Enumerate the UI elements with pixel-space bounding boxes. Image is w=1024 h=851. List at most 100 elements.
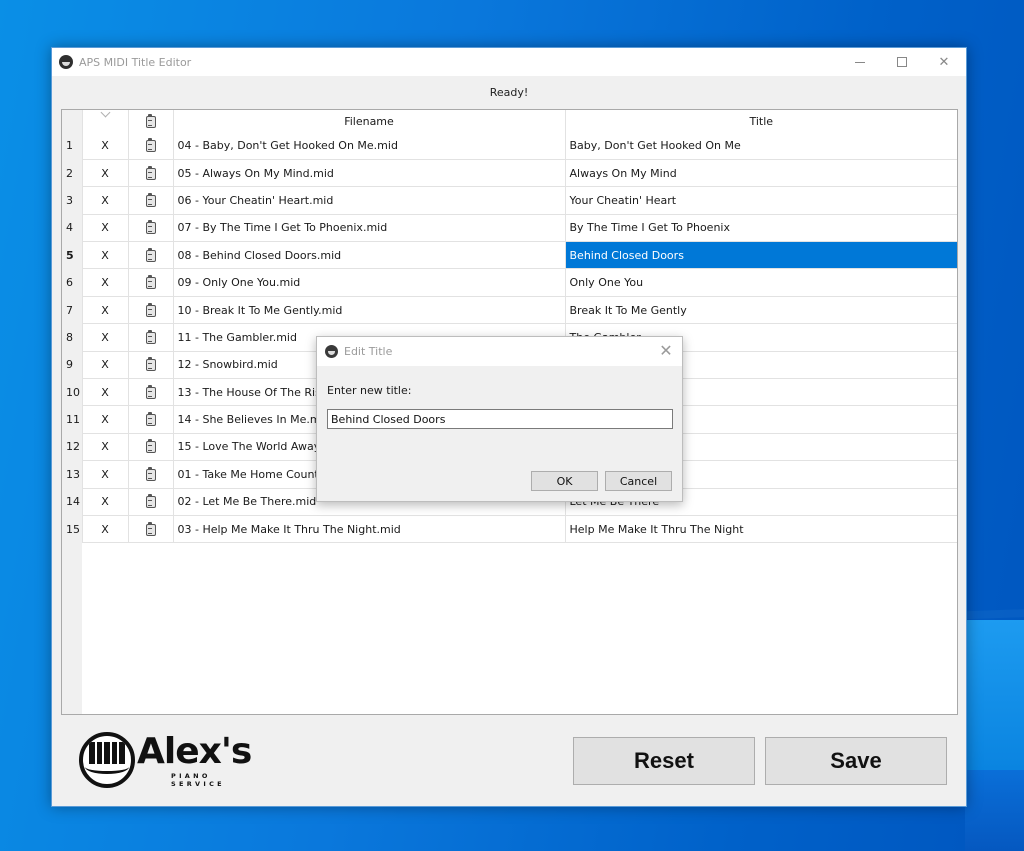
- column-header-remove[interactable]: [81, 110, 128, 132]
- title-cell[interactable]: Only One You: [564, 268, 957, 297]
- filename-cell[interactable]: 03 - Help Me Make It Thru The Night.mid: [172, 515, 565, 544]
- save-button[interactable]: Save: [765, 737, 947, 785]
- table-row[interactable]: 1 X 04 - Baby, Don't Get Hooked On Me.mid B…: [62, 132, 957, 160]
- title-cell[interactable]: Break It To Me Gently: [564, 296, 957, 325]
- title-cell[interactable]: Behind Closed Doors: [564, 241, 957, 270]
- maximize-icon: [897, 57, 907, 67]
- filename-cell[interactable]: 10 - Break It To Me Gently.mid: [172, 296, 565, 325]
- remove-row-button[interactable]: X: [81, 241, 128, 270]
- row-number[interactable]: 1: [62, 132, 82, 160]
- filename-cell[interactable]: 04 - Baby, Don't Get Hooked On Me.mid: [172, 132, 565, 160]
- row-number[interactable]: 7: [62, 296, 82, 324]
- column-header-filename[interactable]: Filename: [172, 110, 565, 132]
- row-number[interactable]: 9: [62, 351, 82, 379]
- dialog-title: Edit Title: [344, 345, 393, 358]
- title-cell[interactable]: Always On My Mind: [564, 159, 957, 188]
- corner-header[interactable]: [62, 110, 82, 132]
- clipboard-icon: [145, 329, 156, 344]
- copy-filename-button[interactable]: [127, 351, 173, 380]
- filename-cell[interactable]: 05 - Always On My Mind.mid: [172, 159, 565, 188]
- remove-row-button[interactable]: X: [81, 132, 128, 160]
- new-title-input[interactable]: [327, 409, 673, 429]
- row-number[interactable]: 3: [62, 186, 82, 215]
- clipboard-icon: [145, 357, 156, 372]
- column-header-copy[interactable]: [127, 110, 173, 132]
- filename-cell[interactable]: 08 - Behind Closed Doors.mid: [172, 241, 565, 270]
- row-number[interactable]: 14: [62, 488, 82, 516]
- sort-chevron-icon: [100, 110, 110, 118]
- clipboard-icon: [145, 384, 156, 399]
- copy-filename-button[interactable]: [127, 186, 173, 215]
- dialog-title-bar[interactable]: Edit Title ✕: [317, 337, 682, 366]
- new-title-label: Enter new title:: [327, 384, 412, 397]
- title-cell[interactable]: By The Time I Get To Phoenix: [564, 214, 957, 243]
- remove-row-button[interactable]: X: [81, 323, 128, 352]
- row-number[interactable]: 5: [62, 241, 82, 269]
- copy-filename-button[interactable]: [127, 433, 173, 462]
- row-number[interactable]: 4: [62, 214, 82, 242]
- minimize-button[interactable]: [840, 48, 880, 76]
- remove-row-button[interactable]: X: [81, 433, 128, 462]
- copy-filename-button[interactable]: [127, 323, 173, 352]
- cancel-button[interactable]: Cancel: [605, 471, 672, 491]
- copy-filename-button[interactable]: [127, 460, 173, 489]
- remove-row-button[interactable]: X: [81, 460, 128, 489]
- remove-row-button[interactable]: X: [81, 378, 128, 407]
- remove-row-button[interactable]: X: [81, 214, 128, 243]
- table-row[interactable]: 5 X 08 - Behind Closed Doors.mid Behind Clo…: [62, 241, 957, 270]
- close-icon: ✕: [659, 341, 673, 360]
- clipboard-icon: [145, 302, 156, 317]
- filename-cell[interactable]: 09 - Only One You.mid: [172, 268, 565, 297]
- reset-button[interactable]: Reset: [573, 737, 755, 785]
- title-cell[interactable]: Help Me Make It Thru The Night: [564, 515, 957, 544]
- maximize-button[interactable]: [882, 48, 922, 76]
- filename-cell[interactable]: 07 - By The Time I Get To Phoenix.mid: [172, 214, 565, 243]
- table-row[interactable]: 4 X 07 - By The Time I Get To Phoenix.mid B…: [62, 214, 957, 243]
- desktop-wallpaper-streak: [965, 608, 1024, 620]
- remove-row-button[interactable]: X: [81, 351, 128, 380]
- row-number[interactable]: 2: [62, 159, 82, 187]
- copy-filename-button[interactable]: [127, 132, 173, 160]
- close-button[interactable]: ✕: [924, 48, 964, 76]
- column-header-title[interactable]: Title: [564, 110, 957, 132]
- title-cell[interactable]: Your Cheatin' Heart: [564, 186, 957, 215]
- row-number[interactable]: 11: [62, 405, 82, 434]
- remove-row-button[interactable]: X: [81, 296, 128, 325]
- row-number[interactable]: 10: [62, 378, 82, 406]
- row-number[interactable]: 15: [62, 515, 82, 543]
- row-number[interactable]: 13: [62, 460, 82, 489]
- table-row[interactable]: 7 X 10 - Break It To Me Gently.mid Break It…: [62, 296, 957, 325]
- table-row[interactable]: 2 X 05 - Always On My Mind.mid Always On My…: [62, 159, 957, 188]
- remove-row-button[interactable]: X: [81, 405, 128, 434]
- header-row: Filename Title: [62, 110, 957, 132]
- remove-row-button[interactable]: X: [81, 186, 128, 215]
- copy-filename-button[interactable]: [127, 268, 173, 297]
- remove-row-button[interactable]: X: [81, 159, 128, 188]
- copy-filename-button[interactable]: [127, 214, 173, 243]
- remove-row-button[interactable]: X: [81, 488, 128, 516]
- logo-tagline: PIANO SERVICE: [171, 772, 225, 788]
- copy-filename-button[interactable]: [127, 159, 173, 188]
- row-number[interactable]: 8: [62, 323, 82, 352]
- remove-row-button[interactable]: X: [81, 515, 128, 544]
- dialog-close-button[interactable]: ✕: [656, 341, 676, 361]
- copy-filename-button[interactable]: [127, 241, 173, 270]
- copy-filename-button[interactable]: [127, 515, 173, 544]
- clipboard-icon: [145, 220, 156, 235]
- title-cell[interactable]: Baby, Don't Get Hooked On Me: [564, 132, 957, 160]
- ok-button[interactable]: OK: [531, 471, 598, 491]
- title-bar[interactable]: APS MIDI Title Editor ✕: [52, 48, 966, 76]
- copy-filename-button[interactable]: [127, 296, 173, 325]
- filename-cell[interactable]: 06 - Your Cheatin' Heart.mid: [172, 186, 565, 215]
- table-row[interactable]: 15 X 03 - Help Me Make It Thru The Night.m…: [62, 515, 957, 544]
- copy-filename-button[interactable]: [127, 488, 173, 516]
- table-row[interactable]: 6 X 09 - Only One You.mid Only One You: [62, 268, 957, 297]
- remove-row-button[interactable]: X: [81, 268, 128, 297]
- copy-filename-button[interactable]: [127, 405, 173, 434]
- copy-filename-button[interactable]: [127, 378, 173, 407]
- clipboard-icon: [145, 247, 156, 262]
- row-number[interactable]: 12: [62, 433, 82, 461]
- table-row[interactable]: 3 X 06 - Your Cheatin' Heart.mid Your Cheat…: [62, 186, 957, 215]
- row-number[interactable]: 6: [62, 268, 82, 297]
- clipboard-icon: [145, 466, 156, 481]
